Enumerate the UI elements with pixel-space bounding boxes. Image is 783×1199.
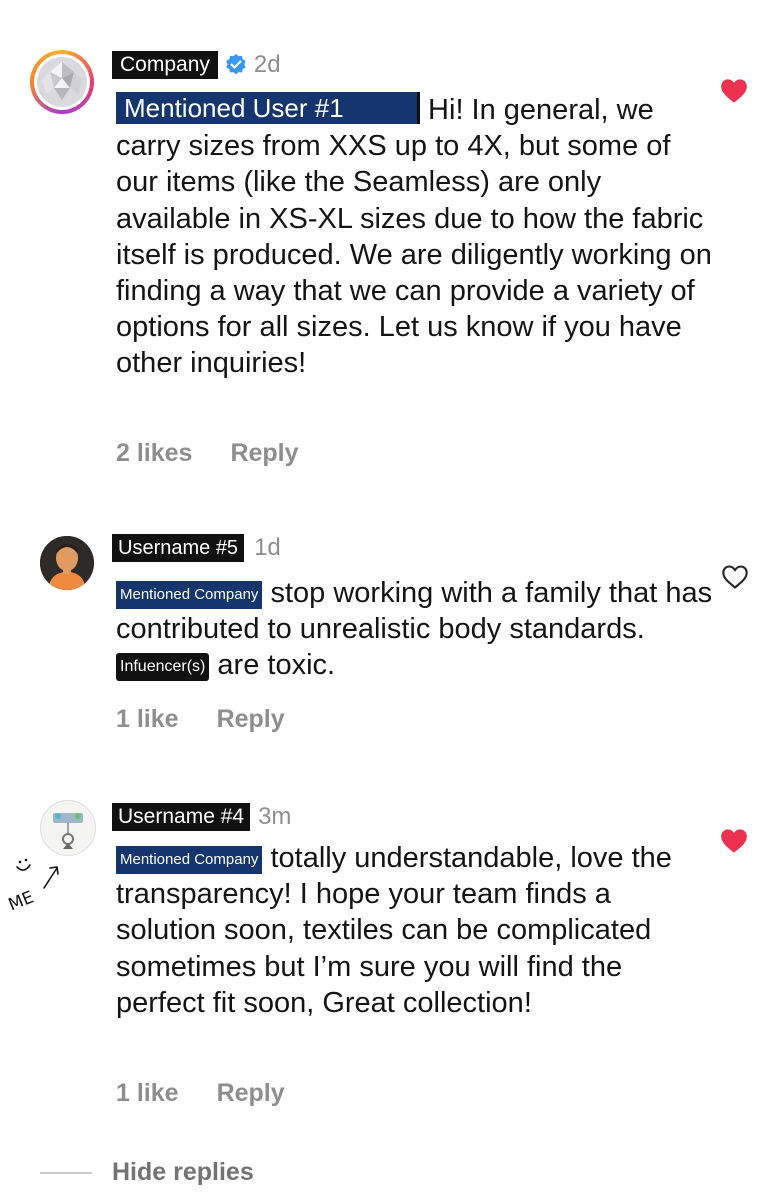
- diamond-avatar-image: [34, 54, 90, 110]
- avatar[interactable]: [40, 800, 96, 856]
- divider: [40, 1171, 92, 1174]
- comment-body: Hi! In general, we carry sizes from XXS …: [116, 94, 712, 380]
- comment-text: Mentioned Company stop working with a fa…: [116, 575, 716, 684]
- arrow-doodle: [43, 866, 59, 889]
- heart-liked-icon[interactable]: [720, 78, 748, 104]
- mention-tag[interactable]: Mentioned User #1: [116, 92, 420, 124]
- comment-text: Mentioned Company totally understandable…: [116, 840, 716, 1021]
- mention-tag[interactable]: Mentioned Company: [116, 846, 263, 874]
- reply-button[interactable]: Reply: [217, 705, 285, 734]
- username[interactable]: Username #4: [112, 803, 251, 831]
- username[interactable]: Username #5: [112, 534, 245, 562]
- me-annotation: ME: [6, 858, 59, 915]
- avatar[interactable]: [40, 536, 94, 590]
- hide-replies-button[interactable]: Hide replies: [40, 1158, 254, 1187]
- timestamp: 3m: [258, 803, 292, 830]
- username[interactable]: Company: [112, 51, 218, 79]
- avatar[interactable]: [30, 50, 94, 114]
- likes-count[interactable]: 1 like: [116, 1079, 179, 1108]
- me-label: ME: [6, 887, 37, 915]
- likes-count[interactable]: 1 like: [116, 705, 179, 734]
- person-avatar-image: [40, 536, 94, 590]
- charms-avatar-image: [41, 801, 95, 855]
- influencer-tag[interactable]: Infuencer(s): [116, 653, 210, 682]
- timestamp: 1d: [254, 534, 281, 561]
- reply-button[interactable]: Reply: [230, 439, 298, 468]
- timestamp: 2d: [253, 51, 281, 78]
- smiley-doodle: [16, 858, 31, 871]
- heart-outline-icon[interactable]: [721, 564, 749, 590]
- hide-replies-label: Hide replies: [112, 1158, 254, 1186]
- likes-count[interactable]: 2 likes: [116, 439, 192, 468]
- mention-tag[interactable]: Mentioned Company: [116, 581, 263, 609]
- reply-button[interactable]: Reply: [217, 1079, 285, 1108]
- comment-text: Mentioned User #1 Hi! In general, we car…: [116, 92, 716, 382]
- verified-badge-icon: [226, 54, 246, 75]
- comment-body-end: are toxic.: [209, 649, 336, 682]
- heart-liked-icon[interactable]: [720, 828, 748, 854]
